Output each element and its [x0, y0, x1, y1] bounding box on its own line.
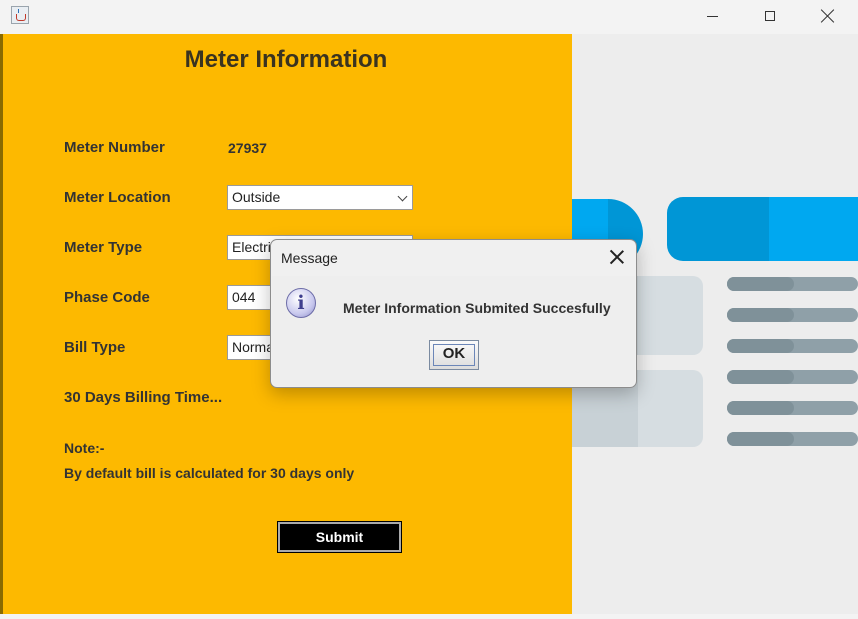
java-cup-icon[interactable]: [11, 6, 29, 24]
dialog-message: Meter Information Submited Succesfully: [343, 300, 611, 316]
chevron-down-icon: [397, 191, 408, 202]
meter-location-select[interactable]: Outside: [227, 185, 413, 210]
meter-number-label: Meter Number: [64, 139, 165, 156]
meter-number-value: 27937: [228, 140, 267, 156]
minimize-button[interactable]: [683, 0, 741, 32]
dialog-title: Message: [281, 250, 338, 266]
info-icon: i: [286, 288, 316, 318]
bill-type-label: Bill Type: [64, 339, 126, 356]
phase-code-value: 044: [232, 289, 256, 305]
submit-button[interactable]: Submit: [277, 521, 402, 553]
billing-time-label: 30 Days Billing Time...: [64, 389, 223, 406]
maximize-icon: [765, 11, 775, 21]
ok-button[interactable]: OK: [429, 340, 479, 370]
meter-location-value: Outside: [232, 189, 281, 205]
focus-ring: [433, 344, 475, 366]
minimize-icon: [706, 15, 718, 17]
page-title: Meter Information: [184, 46, 388, 73]
meter-type-label: Meter Type: [64, 239, 143, 256]
message-dialog: Message i Meter Information Submited Suc…: [270, 239, 637, 388]
note-text: By default bill is calculated for 30 day…: [64, 465, 355, 481]
meter-location-label: Meter Location: [64, 189, 171, 206]
note-title: Note:-: [64, 440, 105, 456]
close-icon: [821, 9, 835, 23]
dialog-close-icon[interactable]: [608, 248, 626, 266]
window-titlebar: [0, 0, 858, 34]
maximize-button[interactable]: [741, 0, 799, 32]
dialog-body: i Meter Information Submited Succesfully…: [272, 276, 635, 386]
phase-code-label: Phase Code: [64, 289, 150, 306]
close-window-button[interactable]: [799, 0, 857, 32]
